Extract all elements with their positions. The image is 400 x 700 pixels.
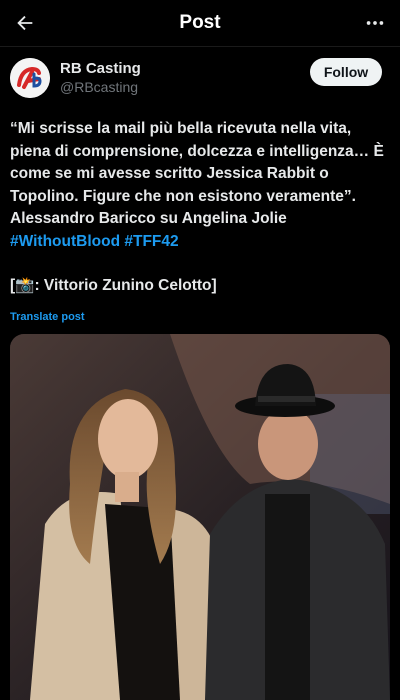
post-text-line: come se mi avesse scritto Jessica Rabbit… [10, 165, 329, 182]
more-icon[interactable] [362, 10, 388, 36]
author-handle[interactable]: @RBcasting [60, 78, 141, 96]
back-arrow-icon[interactable] [12, 10, 38, 36]
avatar[interactable] [10, 58, 50, 98]
translate-post-link[interactable]: Translate post [10, 311, 85, 323]
author-display-name[interactable]: RB Casting [60, 60, 141, 78]
post-text-line: “Mi scrisse la mail più bella ricevuta n… [10, 120, 352, 137]
page-title: Post [179, 12, 221, 33]
post-text-line: Alessandro Baricco su Angelina Jolie [10, 210, 287, 227]
photo-credit: [📸: Vittorio Zunino Celotto] [10, 277, 217, 294]
hashtag-link[interactable]: #WithoutBlood [10, 233, 120, 250]
top-bar: Post [0, 0, 400, 46]
post-text-line: Topolino. Figure che non esistono verame… [10, 187, 356, 205]
post-body: “Mi scrisse la mail più bella ricevuta n… [10, 118, 394, 298]
post-photo[interactable] [10, 334, 390, 700]
follow-button[interactable]: Follow [310, 58, 382, 86]
post-author: RB Casting @RBcasting Follow [10, 56, 390, 100]
header-divider [0, 46, 400, 47]
post-text-line: piena di comprensione, dolcezza e intell… [10, 142, 384, 160]
hashtag-link[interactable]: #TFF42 [124, 233, 178, 250]
